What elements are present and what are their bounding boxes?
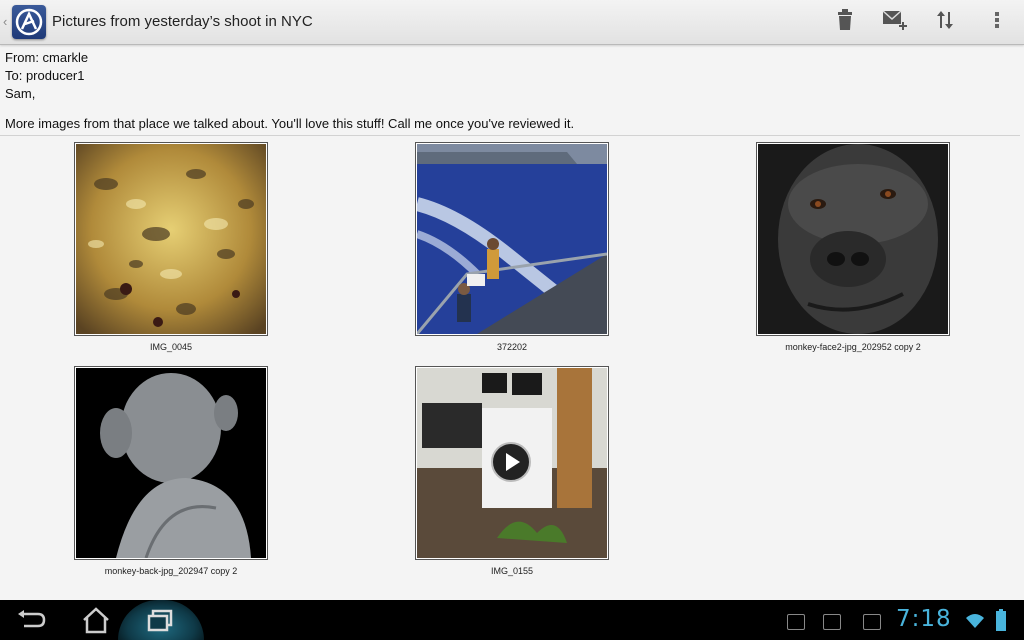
compose-mail-icon	[882, 10, 907, 30]
back-button[interactable]	[14, 608, 54, 632]
page-title: Pictures from yesterday’s shoot in NYC	[52, 13, 313, 30]
ship-deck-thumbnail	[417, 144, 607, 334]
attachment-monkey-back[interactable]: monkey-back-jpg_202947 copy 2	[74, 366, 268, 576]
home-button[interactable]	[78, 606, 118, 634]
thumbnail-frame	[415, 142, 609, 336]
overflow-menu-button[interactable]	[982, 8, 1012, 36]
overflow-menu-icon	[995, 12, 999, 28]
attachment-img-0045[interactable]: IMG_0045	[74, 142, 268, 352]
from-line: From: cmarkle	[5, 50, 89, 65]
attachment-caption: monkey-face2-jpg_202952 copy 2	[785, 342, 921, 352]
granite-thumbnail	[76, 144, 266, 334]
attachment-monkey-face2[interactable]: monkey-face2-jpg_202952 copy 2	[756, 142, 950, 352]
sort-arrows-icon	[937, 11, 953, 29]
attachment-caption: monkey-back-jpg_202947 copy 2	[104, 566, 238, 576]
attachment-caption: 372202	[496, 342, 528, 352]
monkey-back-thumbnail	[76, 368, 266, 558]
recent-apps-icon	[147, 609, 173, 632]
thumbnail-frame	[74, 366, 268, 560]
divider	[0, 135, 1020, 136]
play-icon[interactable]	[490, 441, 532, 483]
delete-button[interactable]	[830, 8, 860, 36]
calendar-notification-icon[interactable]	[863, 614, 881, 630]
attachment-caption: IMG_0045	[149, 342, 193, 352]
sort-button[interactable]	[930, 8, 960, 36]
home-icon	[83, 607, 109, 634]
action-bar: ‹ Pictures from yesterday’s shoot in NYC	[0, 0, 1024, 45]
app-logo-icon[interactable]	[12, 5, 46, 39]
greeting: Sam,	[5, 86, 36, 101]
wifi-icon	[966, 614, 984, 628]
thumbnail-frame	[415, 366, 609, 560]
to-line: To: producer1	[5, 68, 85, 83]
trash-icon	[838, 9, 852, 30]
app-notification-icon[interactable]	[787, 614, 805, 630]
attachment-372202[interactable]: 372202	[415, 142, 609, 352]
up-caret-icon[interactable]: ‹	[3, 14, 7, 29]
thumbnail-frame	[756, 142, 950, 336]
compose-button[interactable]	[880, 8, 910, 36]
recent-apps-button[interactable]	[141, 608, 181, 632]
message-body: More images from that place we talked ab…	[5, 116, 575, 131]
clock[interactable]: 7:18	[896, 606, 952, 632]
thumbnail-frame	[74, 142, 268, 336]
battery-icon	[996, 609, 1006, 631]
attachment-img-0155-video[interactable]: IMG_0155	[415, 366, 609, 576]
attachment-caption: IMG_0155	[490, 566, 534, 576]
gorilla-face-thumbnail	[758, 144, 948, 334]
app-notification-icon-2[interactable]	[823, 614, 841, 630]
back-icon	[18, 610, 46, 628]
